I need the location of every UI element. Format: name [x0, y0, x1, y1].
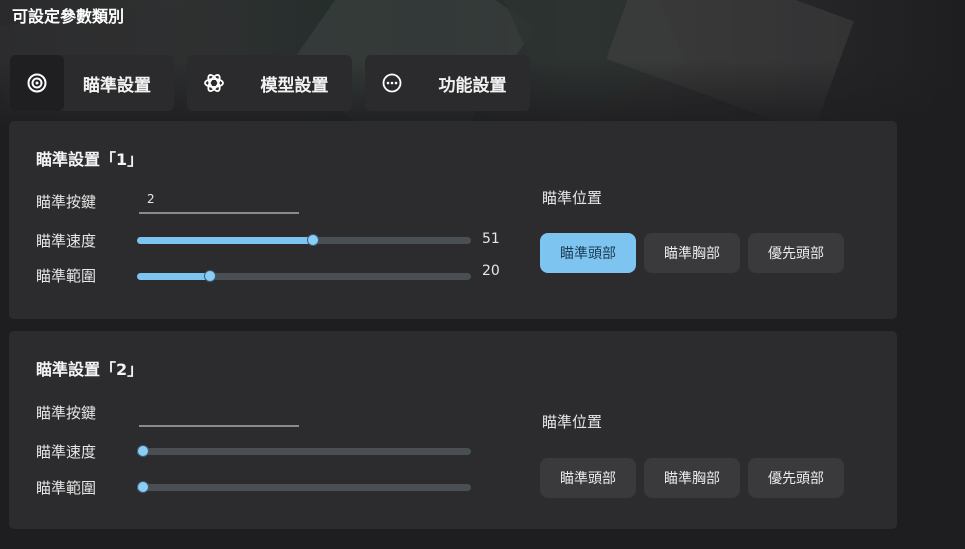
- page-title: 可設定參數類別: [12, 7, 125, 26]
- aim-chest-button[interactable]: 瞄準胸部: [644, 458, 740, 498]
- panel-title: 瞄準設置「1」: [36, 150, 144, 169]
- aim-position-label: 瞄準位置: [542, 189, 603, 207]
- tab-label: 模型設置: [260, 75, 329, 96]
- aim-speed-slider[interactable]: [137, 444, 471, 458]
- aim-speed-slider[interactable]: [137, 233, 471, 247]
- tab-function-settings[interactable]: 功能設置: [365, 55, 530, 111]
- tab-label: 瞄準設置: [83, 75, 151, 96]
- aim-position-label: 瞄準位置: [542, 413, 603, 431]
- aim-key-input[interactable]: [139, 186, 299, 214]
- tab-aim-settings[interactable]: 瞄準設置: [10, 55, 174, 111]
- prefer-head-button[interactable]: 優先頭部: [748, 458, 844, 498]
- aim-head-button[interactable]: 瞄準頭部: [540, 458, 636, 498]
- tab-model-settings[interactable]: 模型設置: [187, 55, 352, 111]
- aim-key-label: 瞄準按鍵: [36, 193, 97, 211]
- aim-key-input[interactable]: [139, 399, 299, 427]
- aim-range-slider[interactable]: [137, 269, 471, 283]
- aim-range-label: 瞄準範圍: [36, 267, 97, 285]
- aim-head-button[interactable]: 瞄準頭部: [540, 233, 636, 273]
- aim-settings-panel-1: 瞄準設置「1」 瞄準按鍵 瞄準速度 51 瞄準範圍 20 瞄準位置 瞄準頭部 瞄…: [9, 121, 897, 319]
- aim-range-value: 20: [482, 263, 500, 279]
- aim-key-label: 瞄準按鍵: [36, 404, 97, 422]
- aim-settings-panel-2: 瞄準設置「2」 瞄準按鍵 瞄準速度 瞄準範圍 瞄準位置 瞄準頭部 瞄準胸部 優先…: [9, 331, 897, 529]
- slider-thumb[interactable]: [137, 445, 149, 457]
- tab-label: 功能設置: [438, 75, 507, 96]
- slider-thumb[interactable]: [204, 270, 216, 282]
- atom-icon: [187, 55, 241, 111]
- aim-range-label: 瞄準範圍: [36, 479, 97, 497]
- aim-speed-label: 瞄準速度: [36, 443, 97, 461]
- aim-chest-button[interactable]: 瞄準胸部: [644, 233, 740, 273]
- aim-speed-label: 瞄準速度: [36, 232, 97, 250]
- more-circle-icon: [365, 55, 419, 111]
- slider-thumb[interactable]: [307, 234, 319, 246]
- aim-range-slider[interactable]: [137, 480, 471, 494]
- target-icon: [10, 55, 64, 111]
- prefer-head-button[interactable]: 優先頭部: [748, 233, 844, 273]
- panel-title: 瞄準設置「2」: [36, 360, 144, 379]
- slider-thumb[interactable]: [137, 481, 149, 493]
- aim-speed-value: 51: [482, 231, 500, 247]
